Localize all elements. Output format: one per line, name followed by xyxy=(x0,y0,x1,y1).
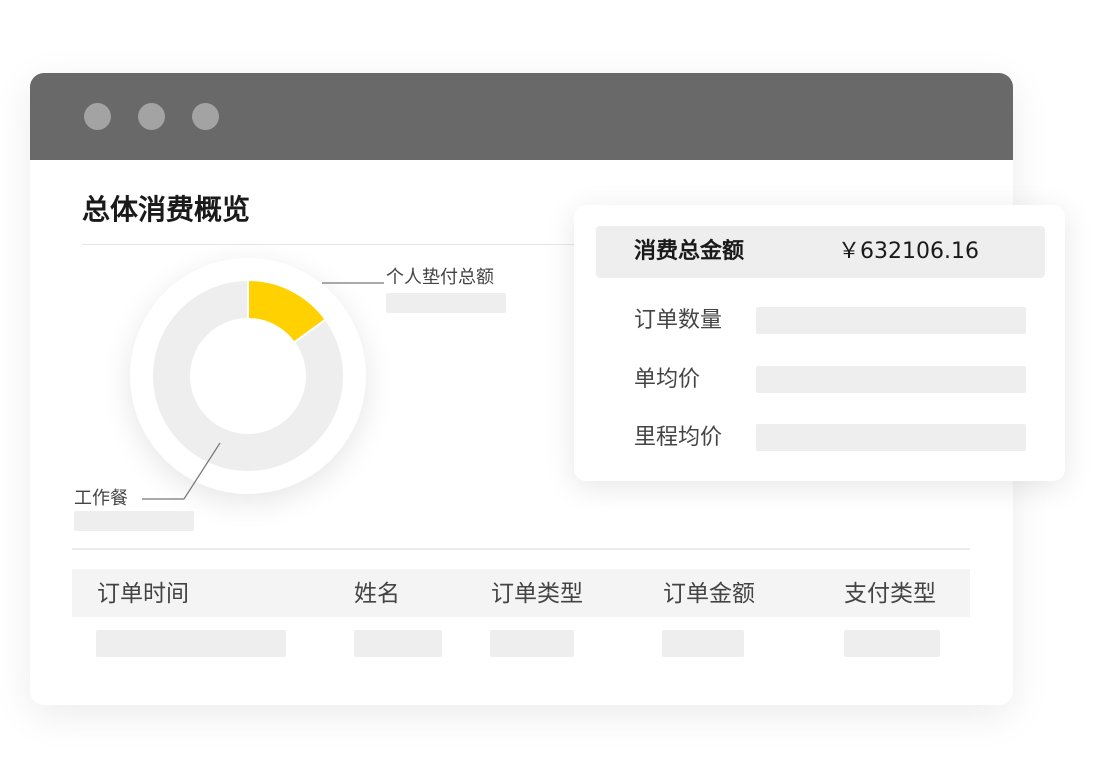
summary-order-count-label: 订单数量 xyxy=(634,308,723,333)
table-cell-placeholder xyxy=(844,630,940,657)
donut-label-advance: 个人垫付总额 xyxy=(386,267,494,288)
table-cell-placeholder xyxy=(96,630,286,657)
donut-value-meal-placeholder xyxy=(74,511,194,531)
column-header-payment-type[interactable]: 支付类型 xyxy=(844,580,936,608)
donut-label-meal: 工作餐 xyxy=(74,488,128,509)
column-header-order-type[interactable]: 订单类型 xyxy=(491,580,583,608)
summary-mileage-price-label: 里程均价 xyxy=(634,425,723,450)
donut-value-advance-placeholder xyxy=(386,293,506,313)
column-header-order-amount[interactable]: 订单金额 xyxy=(663,580,755,608)
summary-total-label: 消费总金额 xyxy=(634,239,745,264)
table-cell-placeholder xyxy=(490,630,574,657)
section-divider xyxy=(72,548,970,550)
summary-order-count-placeholder xyxy=(756,307,1026,334)
column-header-name[interactable]: 姓名 xyxy=(354,580,400,608)
table-cell-placeholder xyxy=(354,630,442,657)
summary-total-value: ￥632106.16 xyxy=(838,239,979,264)
table-cell-placeholder xyxy=(662,630,744,657)
summary-avg-price-label: 单均价 xyxy=(634,367,701,392)
column-header-order-time[interactable]: 订单时间 xyxy=(97,580,189,608)
summary-mileage-price-placeholder xyxy=(756,424,1026,451)
summary-avg-price-placeholder xyxy=(756,366,1026,393)
callout-line-meal xyxy=(142,442,221,500)
